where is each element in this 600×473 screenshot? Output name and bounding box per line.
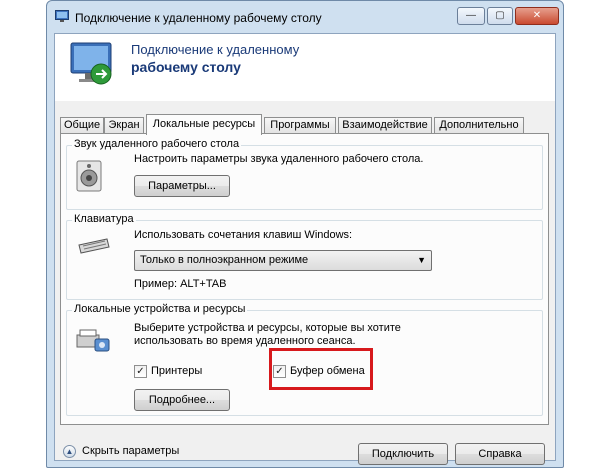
sound-description: Настроить параметры звука удаленного раб… xyxy=(134,153,424,165)
clipboard-highlight-box xyxy=(269,348,373,390)
help-button[interactable]: Справка xyxy=(455,443,545,465)
sound-group-label: Звук удаленного рабочего стола xyxy=(72,138,242,150)
devices-description-line1: Выберите устройства и ресурсы, которые в… xyxy=(134,322,401,334)
client-area: Подключение к удаленному рабочему столу … xyxy=(54,33,556,465)
close-button[interactable]: ✕ xyxy=(515,7,559,25)
remote-desktop-monitor-icon xyxy=(70,42,112,85)
devices-description-line2: использовать во время удаленного сеанса. xyxy=(134,335,356,347)
tab-advanced[interactable]: Дополнительно xyxy=(434,117,524,134)
speaker-icon xyxy=(76,160,102,192)
collapse-options-link[interactable]: Скрыть параметры xyxy=(82,445,179,457)
window-title: Подключение к удаленному рабочему столу xyxy=(75,11,322,25)
tab-general[interactable]: Общие xyxy=(60,117,104,134)
tab-programs[interactable]: Программы xyxy=(264,117,336,134)
dropdown-arrow-icon: ▼ xyxy=(417,255,426,265)
remote-desktop-window: Подключение к удаленному рабочему столу … xyxy=(46,0,564,468)
sound-group: Звук удаленного рабочего стола Настроить… xyxy=(66,138,543,210)
keyboard-shortcuts-select[interactable]: Только в полноэкранном режиме ▼ xyxy=(134,250,432,271)
remote-desktop-icon xyxy=(55,10,69,22)
tab-display[interactable]: Экран xyxy=(104,117,144,134)
keyboard-description: Использовать сочетания клавиш Windows: xyxy=(134,229,353,241)
chevron-up-icon[interactable]: ▲ xyxy=(63,445,76,458)
more-devices-button[interactable]: Подробнее... xyxy=(134,389,230,411)
header-band: Подключение к удаленному рабочему столу xyxy=(55,34,555,101)
header-title-line2: рабочему столу xyxy=(131,59,241,75)
keyboard-icon xyxy=(78,238,110,254)
devices-icon xyxy=(76,329,110,352)
devices-group-label: Локальные устройства и ресурсы xyxy=(72,303,248,315)
title-bar[interactable]: Подключение к удаленному рабочему столу … xyxy=(47,1,563,33)
tab-local-resources[interactable]: Локальные ресурсы xyxy=(146,114,262,135)
keyboard-select-value: Только в полноэкранном режиме xyxy=(140,254,309,266)
connect-button[interactable]: Подключить xyxy=(358,443,448,465)
header-title-line1: Подключение к удаленному xyxy=(131,42,300,57)
maximize-button[interactable]: ▢ xyxy=(487,7,513,25)
keyboard-group-label: Клавиатура xyxy=(72,213,136,225)
keyboard-group: Клавиатура Использовать сочетания клавиш… xyxy=(66,213,543,300)
printers-label: Принтеры xyxy=(151,365,203,377)
sound-settings-button[interactable]: Параметры... xyxy=(134,175,230,197)
tab-experience[interactable]: Взаимодействие xyxy=(338,117,432,134)
printers-checkbox[interactable]: ✓ xyxy=(134,365,147,378)
keyboard-example: Пример: ALT+TAB xyxy=(134,278,227,290)
minimize-button[interactable]: — xyxy=(457,7,485,25)
